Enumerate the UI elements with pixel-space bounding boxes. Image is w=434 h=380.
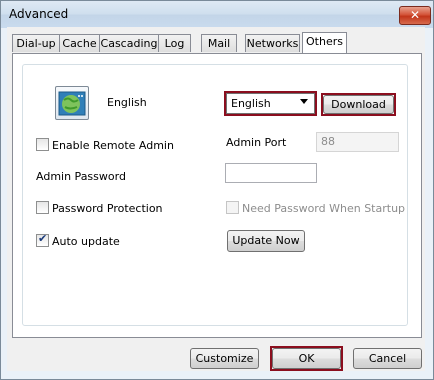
admin-port-label: Admin Port [226, 136, 287, 149]
chevron-down-icon [300, 99, 308, 104]
close-button[interactable]: ✕ [399, 6, 431, 25]
window-title: Advanced [9, 7, 69, 21]
download-button[interactable]: Download [323, 95, 394, 114]
language-label: English [107, 96, 147, 109]
tab-log[interactable]: Log [158, 34, 191, 52]
update-now-button[interactable]: Update Now [227, 230, 305, 252]
need-password-startup-label[interactable]: Need Password When Startup [242, 202, 405, 215]
tab-dial-up[interactable]: Dial-up [12, 34, 60, 52]
tab-others[interactable]: Others [302, 32, 347, 53]
admin-password-field[interactable] [225, 163, 317, 183]
tab-cascading[interactable]: Cascading [99, 34, 159, 52]
globe-language-icon [55, 86, 89, 120]
admin-port-field[interactable]: 88 [316, 132, 399, 152]
language-select[interactable]: English [226, 93, 315, 114]
language-select-value: English [231, 97, 271, 110]
admin-password-label: Admin Password [36, 170, 126, 183]
close-icon: ✕ [409, 8, 421, 22]
password-protection-checkbox[interactable] [36, 201, 49, 214]
auto-update-checkbox[interactable] [36, 232, 49, 247]
tab-networks[interactable]: Networks [245, 34, 300, 52]
customize-button[interactable]: Customize [190, 348, 259, 369]
cancel-button[interactable]: Cancel [353, 348, 422, 369]
ok-button[interactable]: OK [272, 348, 341, 369]
tab-cache[interactable]: Cache [59, 34, 100, 52]
title-bar[interactable]: Advanced ✕ [1, 1, 433, 28]
enable-remote-admin-label[interactable]: Enable Remote Admin [52, 139, 174, 152]
tab-mail[interactable]: Mail [201, 34, 237, 52]
auto-update-label[interactable]: Auto update [52, 235, 120, 248]
password-protection-label[interactable]: Password Protection [52, 202, 163, 215]
enable-remote-admin-checkbox[interactable] [36, 138, 49, 151]
need-password-startup-checkbox[interactable] [226, 201, 239, 214]
